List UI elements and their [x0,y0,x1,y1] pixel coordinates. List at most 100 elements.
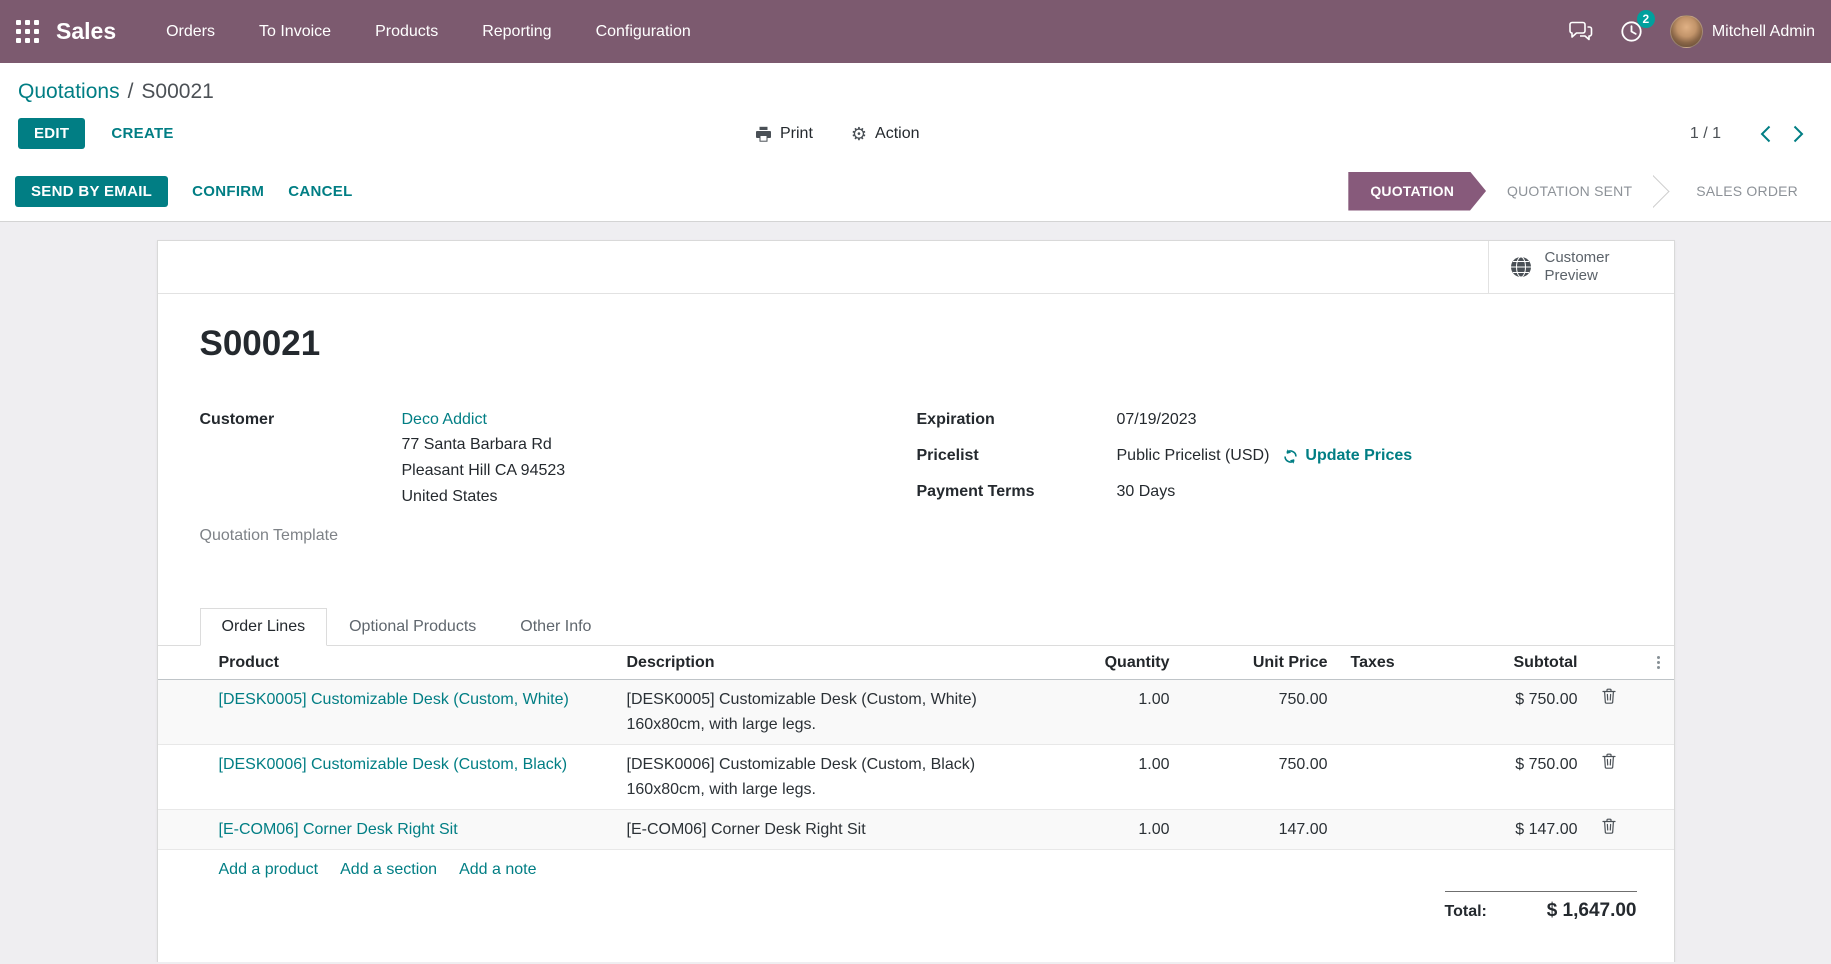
column-header-taxes[interactable]: Taxes [1338,646,1443,680]
customer-label: Customer [200,408,402,510]
customer-preview-button[interactable]: Customer Preview [1488,241,1674,293]
pager-next-button[interactable] [1782,121,1815,147]
column-header-quantity[interactable]: Quantity [1018,646,1180,680]
order-line-row[interactable]: [DESK0006] Customizable Desk (Custom, Bl… [158,745,1674,810]
column-header-product[interactable]: Product [158,646,617,680]
delete-line-button[interactable] [1602,688,1616,707]
column-header-description[interactable]: Description [617,646,1018,680]
control-panel: Quotations/S00021 EDIT CREATE Print ⚙ Ac… [0,63,1831,161]
cell-quantity: 1.00 [1018,745,1180,810]
delete-line-button[interactable] [1602,753,1616,772]
printer-icon [755,126,772,142]
edit-button[interactable]: EDIT [18,118,85,149]
step-separator-chevron-icon [1653,173,1675,209]
tab-other-info[interactable]: Other Info [498,608,613,646]
expiration-field: Expiration 07/19/2023 [917,408,1632,432]
fields-right-column: Expiration 07/19/2023 Pricelist Public P… [917,408,1632,560]
gear-icon: ⚙ [851,125,867,143]
address-line-2: Pleasant Hill CA 94523 [402,458,566,484]
cell-subtotal: $ 147.00 [1443,810,1588,850]
order-line-row[interactable]: [E-COM06] Corner Desk Right Sit [E-COM06… [158,810,1674,850]
print-label: Print [780,125,813,143]
notebook: Order Lines Optional Products Other Info… [158,608,1674,922]
breadcrumb-quotations-link[interactable]: Quotations [18,80,120,103]
customer-link[interactable]: Deco Addict [402,411,487,428]
trash-icon [1602,818,1616,834]
expiration-value: 07/19/2023 [1117,408,1197,432]
delete-line-button[interactable] [1602,818,1616,837]
pricelist-field: Pricelist Public Pricelist (USD) [917,444,1632,468]
menu-item-products[interactable]: Products [353,0,460,63]
sheet-utility-row: Customer Preview [158,241,1674,294]
status-step-sales-order[interactable]: SALES ORDER [1675,183,1819,199]
update-prices-button[interactable]: Update Prices [1283,444,1412,468]
column-header-subtotal[interactable]: Subtotal [1443,646,1588,680]
add-a-section-link[interactable]: Add a section [340,861,437,879]
add-a-product-link[interactable]: Add a product [219,861,319,879]
cell-product: [E-COM06] Corner Desk Right Sit [158,810,617,850]
column-header-actions [1588,646,1630,680]
product-link[interactable]: [E-COM06] Corner Desk Right Sit [219,821,458,838]
cancel-button[interactable]: CANCEL [288,183,352,200]
order-total: Total: $ 1,647.00 [1445,891,1637,922]
tab-order-lines[interactable]: Order Lines [200,608,328,646]
total-value: $ 1,647.00 [1547,900,1637,922]
tab-optional-products[interactable]: Optional Products [327,608,498,646]
pager-previous-button[interactable] [1749,121,1782,147]
globe-icon [1509,255,1533,279]
order-lines-table: Product Description Quantity Unit Price … [158,646,1674,850]
chevron-right-icon [1793,125,1804,143]
menu-item-orders[interactable]: Orders [144,0,237,63]
cell-subtotal: $ 750.00 [1443,745,1588,810]
chat-bubbles-icon [1569,20,1594,43]
create-button[interactable]: CREATE [111,125,173,142]
menu-item-reporting[interactable]: Reporting [460,0,573,63]
notebook-tabs: Order Lines Optional Products Other Info [158,608,1674,646]
quotation-template-field: Quotation Template [200,524,917,548]
kebab-icon [1657,656,1660,669]
cell-product: [DESK0006] Customizable Desk (Custom, Bl… [158,745,617,810]
cell-description: [DESK0005] Customizable Desk (Custom, Wh… [617,680,1018,745]
menu-item-configuration[interactable]: Configuration [574,0,713,63]
cell-unit-price: 750.00 [1180,745,1338,810]
order-lines-header: Product Description Quantity Unit Price … [158,646,1674,680]
pager: 1 / 1 [1690,121,1815,147]
expiration-label: Expiration [917,408,1117,432]
action-button[interactable]: ⚙ Action [851,125,920,143]
confirm-button[interactable]: CONFIRM [192,183,264,200]
quotation-form-sheet: Customer Preview S00021 Customer Deco Ad… [157,240,1675,962]
cell-unit-price: 750.00 [1180,680,1338,745]
cell-taxes [1338,810,1443,850]
customer-value: Deco Addict 77 Santa Barbara Rd Pleasant… [402,408,566,510]
address-line-1: 77 Santa Barbara Rd [402,432,566,458]
payment-terms-label: Payment Terms [917,480,1117,504]
optional-columns-button[interactable] [1630,646,1674,680]
total-label: Total: [1445,903,1487,921]
status-step-quotation-sent[interactable]: QUOTATION SENT [1486,183,1653,199]
column-header-unit-price[interactable]: Unit Price [1180,646,1338,680]
user-avatar[interactable] [1670,15,1703,48]
apps-grid-icon [16,20,39,43]
add-a-note-link[interactable]: Add a note [459,861,536,879]
send-by-email-button[interactable]: SEND BY EMAIL [15,176,168,207]
content-area: Customer Preview S00021 Customer Deco Ad… [0,222,1831,962]
product-link[interactable]: [DESK0006] Customizable Desk (Custom, Bl… [219,756,568,773]
menu-item-to-invoice[interactable]: To Invoice [237,0,353,63]
customer-preview-label: Customer Preview [1545,249,1623,285]
pricelist-value: Public Pricelist (USD) [1117,444,1270,468]
activities-button[interactable]: 2 [1607,0,1656,63]
user-name[interactable]: Mitchell Admin [1712,23,1815,41]
messages-button[interactable] [1556,0,1607,63]
order-line-row[interactable]: [DESK0005] Customizable Desk (Custom, Wh… [158,680,1674,745]
app-name: Sales [56,18,116,45]
product-link[interactable]: [DESK0005] Customizable Desk (Custom, Wh… [219,691,569,708]
cell-taxes [1338,745,1443,810]
breadcrumb: Quotations/S00021 [18,79,1815,105]
apps-menu-button[interactable] [0,0,54,63]
pager-value: 1 / 1 [1690,125,1721,143]
trash-icon [1602,688,1616,704]
breadcrumb-separator: / [128,80,134,103]
print-button[interactable]: Print [755,125,813,143]
cell-taxes [1338,680,1443,745]
status-step-quotation[interactable]: QUOTATION [1348,172,1486,211]
